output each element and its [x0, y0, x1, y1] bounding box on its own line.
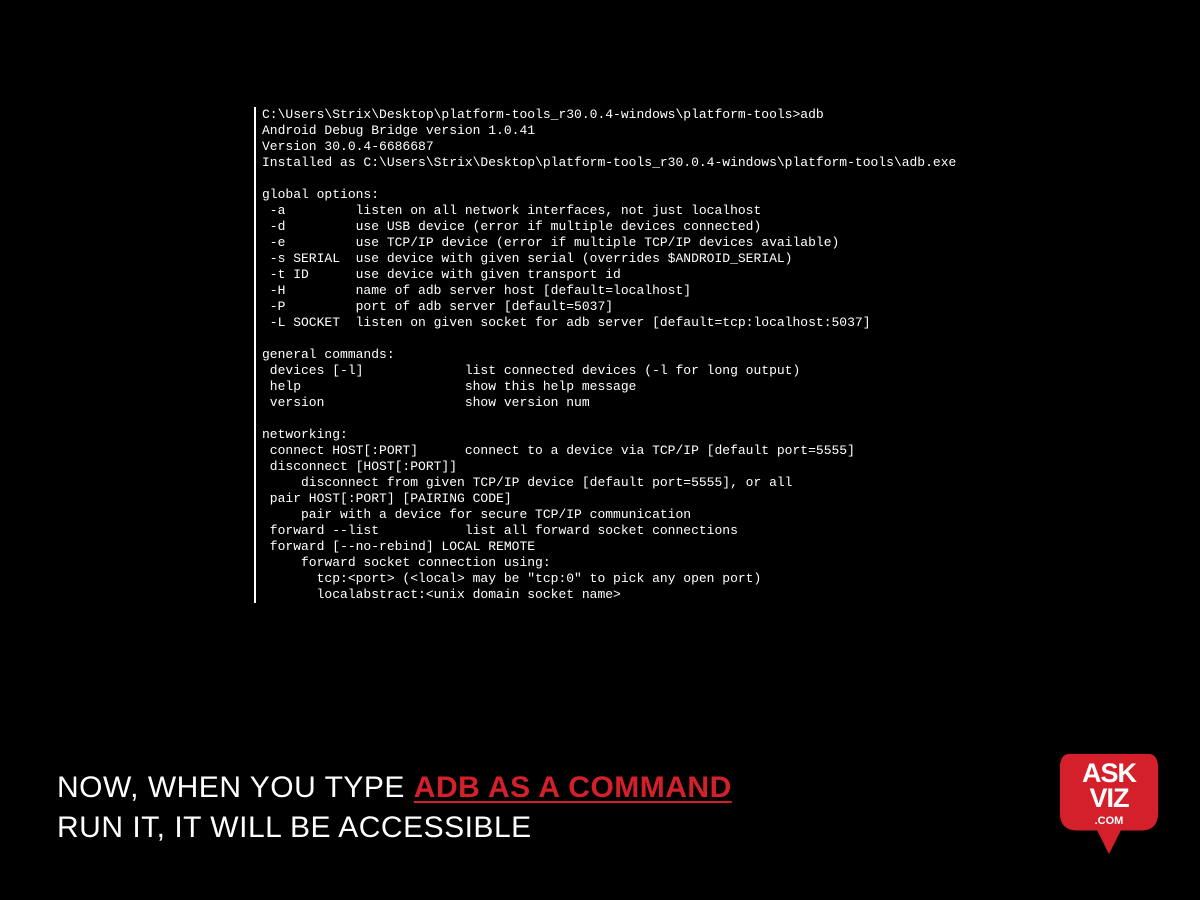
logo-text: ASK VIZ.COM	[1050, 761, 1168, 834]
slide-caption: NOW, WHEN YOU TYPE ADB AS A COMMAND RUN …	[57, 768, 732, 848]
caption-highlight: ADB AS A COMMAND	[414, 771, 732, 804]
logo-dotcom: .COM	[1050, 809, 1168, 834]
terminal-panel: C:\Users\Strix\Desktop\platform-tools_r3…	[254, 107, 956, 603]
askviz-logo: ASK VIZ.COM	[1050, 744, 1168, 862]
caption-text-2: RUN IT, IT WILL BE ACCESSIBLE	[57, 811, 532, 844]
terminal-output: C:\Users\Strix\Desktop\platform-tools_r3…	[262, 107, 956, 603]
caption-text-1: NOW, WHEN YOU TYPE	[57, 771, 414, 804]
